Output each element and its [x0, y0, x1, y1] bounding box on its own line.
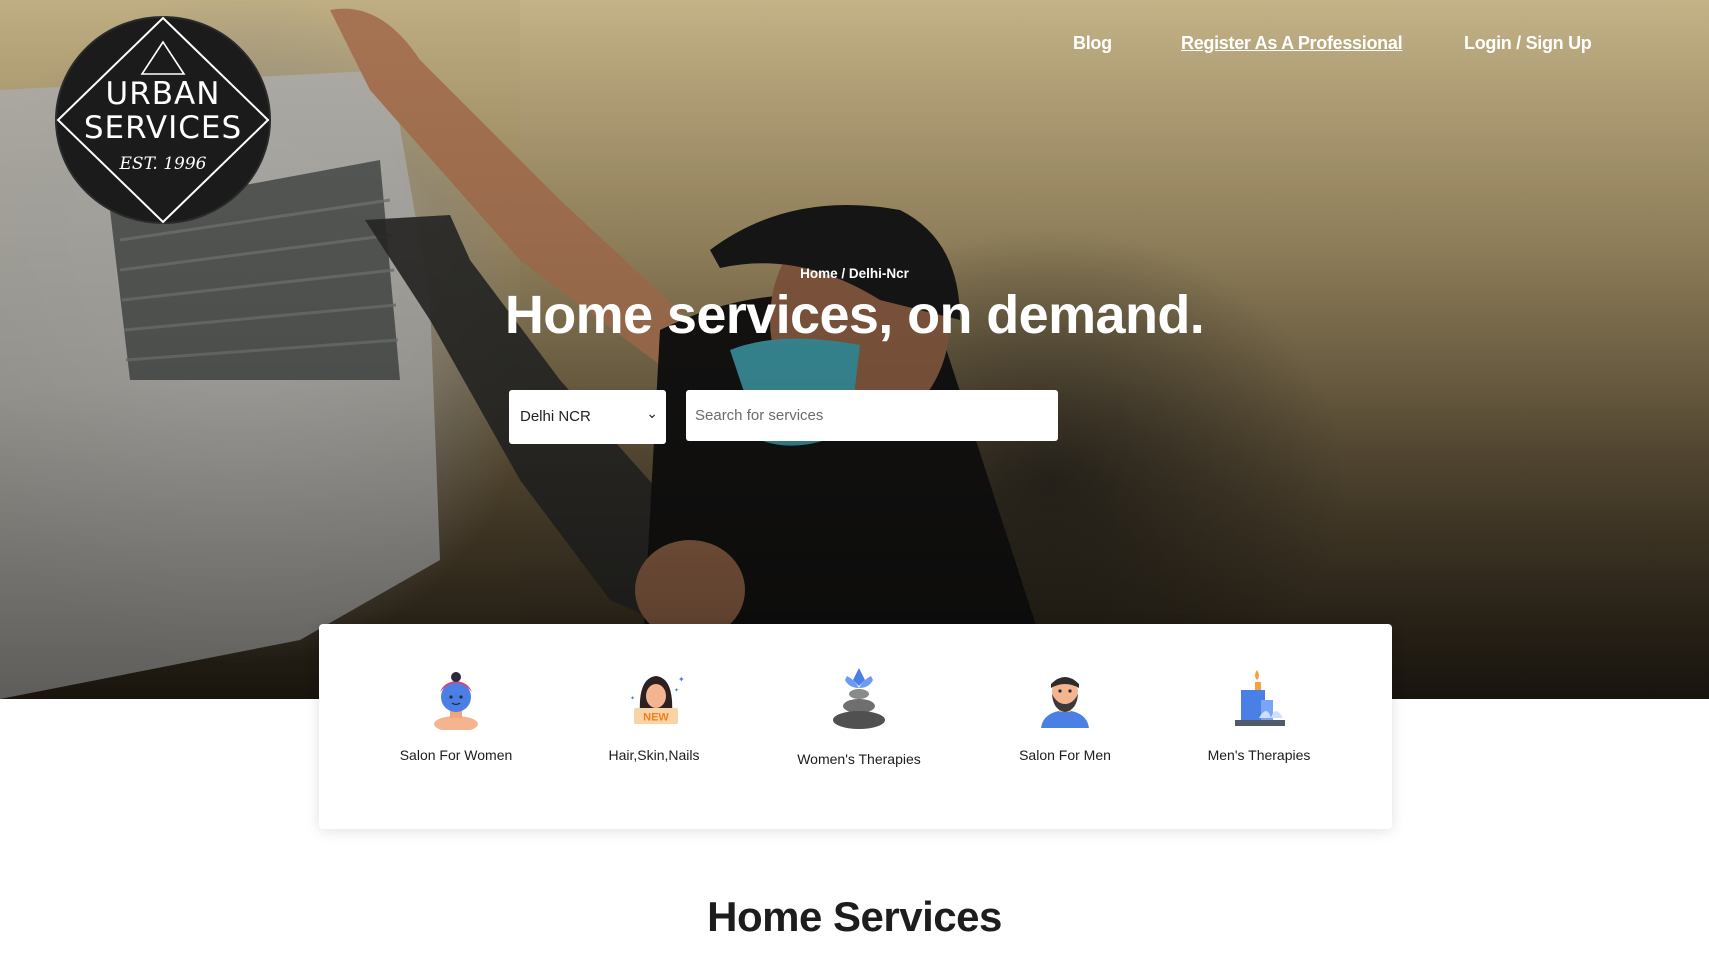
logo-text-services: SERVICES	[83, 110, 243, 146]
category-label: Men's Therapies	[1207, 747, 1311, 763]
svg-text:✦: ✦	[630, 695, 635, 702]
urban-services-logo[interactable]: URBAN SERVICES EST. 1996	[55, 16, 271, 224]
city-select-value: Delhi NCR	[520, 408, 591, 425]
svg-text:✦: ✦	[674, 687, 679, 694]
nav-link-blog[interactable]: Blog	[1073, 33, 1112, 54]
search-input[interactable]	[686, 390, 1058, 441]
category-hair-skin-nails[interactable]: NEW ✦ ✦ ✦ Hair,Skin,Nails	[564, 624, 744, 829]
new-badge: NEW	[643, 712, 669, 724]
page-title: Home services, on demand.	[504, 285, 1205, 345]
category-card: Salon For Women NEW ✦ ✦ ✦ Hair,Skin,Nail…	[319, 624, 1392, 829]
category-salon-for-women[interactable]: Salon For Women	[366, 624, 546, 829]
logo-text-urban: URBAN	[105, 76, 221, 112]
category-label: Salon For Men	[1019, 747, 1111, 763]
woman-new-badge-icon: NEW ✦ ✦ ✦	[630, 675, 684, 724]
section-title-home-services: Home Services	[707, 893, 1002, 940]
candle-spa-icon	[1235, 670, 1285, 726]
svg-text:✦: ✦	[678, 675, 684, 684]
category-salon-for-men[interactable]: Salon For Men	[975, 624, 1155, 829]
category-mens-therapies[interactable]: Men's Therapies	[1169, 624, 1349, 829]
nav-link-login-signup[interactable]: Login / Sign Up	[1464, 33, 1592, 54]
logo-text-est: EST. 1996	[119, 154, 207, 174]
chevron-down-icon: ⌄	[646, 406, 658, 422]
category-label: Salon For Women	[399, 747, 513, 763]
spa-stones-icon	[833, 668, 885, 729]
bearded-man-icon	[1041, 677, 1089, 728]
nav-link-register-professional[interactable]: Register As A Professional	[1181, 33, 1403, 54]
category-label: Women's Therapies	[797, 751, 921, 767]
category-womens-therapies[interactable]: Women's Therapies	[769, 624, 949, 829]
breadcrumb: Home / Delhi-Ncr	[800, 266, 909, 281]
category-label: Hair,Skin,Nails	[608, 747, 700, 763]
city-select[interactable]: Delhi NCR ⌄	[509, 390, 666, 444]
woman-face-mask-icon	[434, 672, 478, 730]
